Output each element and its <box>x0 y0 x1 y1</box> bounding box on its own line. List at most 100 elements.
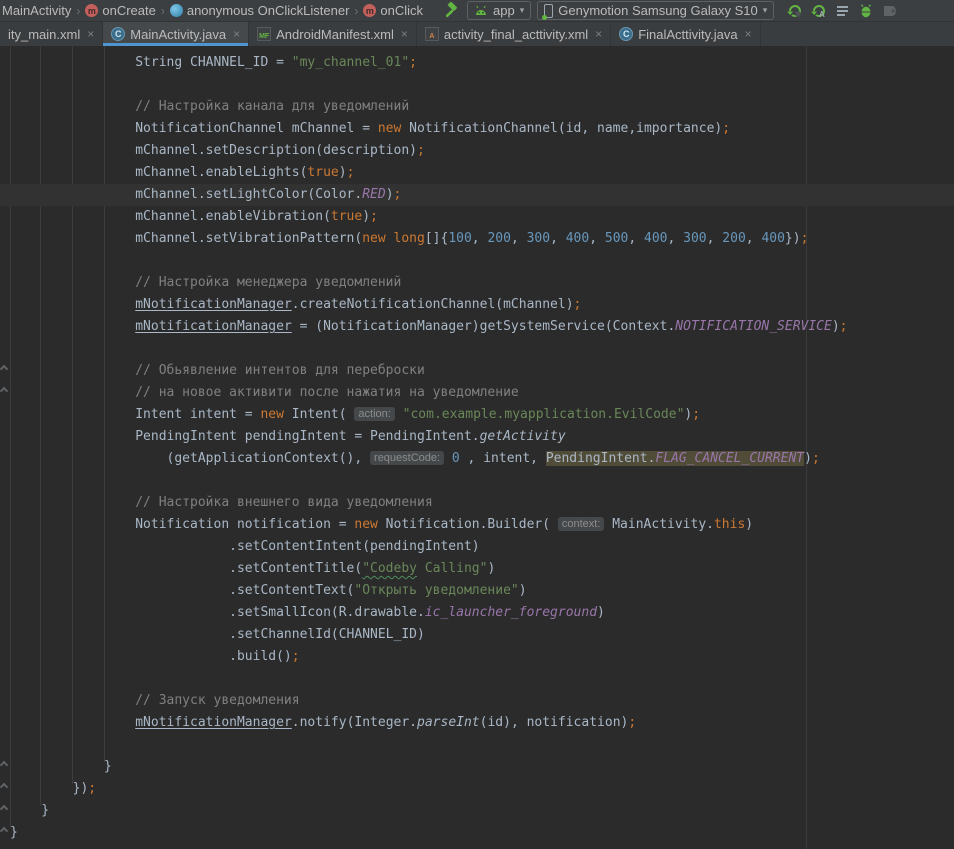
tab-label: FinalActtivity.java <box>638 27 737 42</box>
code-line[interactable]: }); <box>0 778 954 800</box>
manifest-file-icon: MF <box>257 27 271 41</box>
code-line[interactable]: String CHANNEL_ID = "my_channel_01"; <box>0 52 954 74</box>
code-token: 400 <box>566 231 589 246</box>
code-line[interactable]: .build(); <box>0 646 954 668</box>
code-line[interactable] <box>0 250 954 272</box>
stop-icon <box>882 3 898 19</box>
method-icon: m <box>85 4 98 17</box>
code-token: ) <box>386 187 394 202</box>
code-line[interactable]: } <box>0 822 954 844</box>
code-token: true <box>331 209 362 224</box>
java-class-icon: C <box>111 27 125 41</box>
code-line[interactable]: mChannel.setVibrationPattern(new long[]{… <box>0 228 954 250</box>
code-line[interactable]: .setContentIntent(pendingIntent) <box>0 536 954 558</box>
code-line[interactable] <box>0 338 954 360</box>
breadcrumb-item-oncreate[interactable]: m onCreate <box>85 3 155 18</box>
run-configuration-select[interactable]: app ▾ <box>467 1 531 20</box>
code-line[interactable]: mChannel.setLightColor(Color.RED); <box>0 184 954 206</box>
code-line[interactable]: mNotificationManager = (NotificationMana… <box>0 316 954 338</box>
code-token <box>386 231 394 246</box>
code-token: NOTIFICATION_SERVICE <box>675 319 832 334</box>
close-icon[interactable]: × <box>87 27 94 41</box>
code-token: } <box>10 803 49 818</box>
code-line[interactable]: .setContentTitle("Codeby Calling") <box>0 558 954 580</box>
code-token: Intent intent = <box>10 407 260 422</box>
code-line[interactable]: } <box>0 800 954 822</box>
code-token: mNotificationManager <box>135 715 292 730</box>
profiler-button[interactable] <box>830 1 854 21</box>
tab-activity-final-acttivity-xml[interactable]: A activity_final_acttivity.xml × <box>417 22 611 46</box>
tab-label: ity_main.xml <box>8 27 80 42</box>
code-line[interactable]: // Настройка канала для уведомлений <box>0 96 954 118</box>
code-line[interactable]: NotificationChannel mChannel = new Notif… <box>0 118 954 140</box>
code-line[interactable]: // на новое активити после нажатия на ув… <box>0 382 954 404</box>
code-token: "my_channel_01" <box>292 55 409 70</box>
code-line[interactable]: // Обьявление интентов для переброски <box>0 360 954 382</box>
breadcrumb-item-class[interactable]: MainActivity <box>2 3 71 18</box>
tab-finalacttivity-java[interactable]: C FinalActtivity.java × <box>611 22 760 46</box>
code-line[interactable] <box>0 668 954 690</box>
code-line[interactable]: // Настройка внешнего вида уведомления <box>0 492 954 514</box>
layout-xml-file-icon: A <box>425 27 439 41</box>
rerun-activity-button[interactable] <box>782 1 806 21</box>
code-line[interactable]: mNotificationManager.notify(Integer.pars… <box>0 712 954 734</box>
code-token: parseInt <box>417 715 480 730</box>
breadcrumb-label: onCreate <box>102 3 155 18</box>
breadcrumb-item-anonymous-class[interactable]: anonymous OnClickListener <box>170 3 350 18</box>
code-token: , <box>746 231 762 246</box>
code-line[interactable]: .setSmallIcon(R.drawable.ic_launcher_for… <box>0 602 954 624</box>
apply-code-changes-button[interactable]: A <box>806 1 830 21</box>
code-line[interactable]: Notification notification = new Notifica… <box>0 514 954 536</box>
code-token: mChannel.setDescription(description) <box>10 143 417 158</box>
code-token: ; <box>692 407 700 422</box>
code-token: "com.example.myapplication.EvilCode" <box>403 407 685 422</box>
breadcrumb-separator-icon: › <box>160 4 166 18</box>
close-icon[interactable]: × <box>233 27 240 41</box>
code-line[interactable]: } <box>0 756 954 778</box>
code-line[interactable]: (getApplicationContext(), requestCode: 0… <box>0 448 954 470</box>
code-line[interactable] <box>0 470 954 492</box>
rerun-activity-icon <box>786 2 803 19</box>
editor[interactable]: String CHANNEL_ID = "my_channel_01"; // … <box>0 46 954 849</box>
tab-mainactivity-java[interactable]: C MainActivity.java × <box>103 22 249 46</box>
device-phone-icon <box>544 4 553 18</box>
code-line[interactable] <box>0 74 954 96</box>
ide-window: MainActivity › m onCreate › anonymous On… <box>0 0 954 849</box>
code-line[interactable]: mNotificationManager.createNotificationC… <box>0 294 954 316</box>
code-token: String CHANNEL_ID = <box>10 55 292 70</box>
code-token: FLAG_CANCEL_CURRENT <box>655 451 804 466</box>
code-token: true <box>307 165 338 180</box>
code-line[interactable]: mChannel.setDescription(description); <box>0 140 954 162</box>
code-line[interactable]: mChannel.enableVibration(true); <box>0 206 954 228</box>
breadcrumb-item-onclick[interactable]: m onClick <box>363 3 423 18</box>
tab-activity-main-xml[interactable]: ity_main.xml × <box>0 22 103 46</box>
code-line[interactable]: PendingIntent pendingIntent = PendingInt… <box>0 426 954 448</box>
device-select[interactable]: Genymotion Samsung Galaxy S10 ▾ <box>537 1 774 20</box>
close-icon[interactable]: × <box>595 27 602 41</box>
tab-androidmanifest-xml[interactable]: MF AndroidManifest.xml × <box>249 22 417 46</box>
code-line[interactable]: // Запуск уведомления <box>0 690 954 712</box>
code-line[interactable]: mChannel.enableLights(true); <box>0 162 954 184</box>
code-token: , <box>511 231 527 246</box>
code-token: ; <box>812 451 820 466</box>
code-line[interactable]: Intent intent = new Intent( action: "com… <box>0 404 954 426</box>
close-icon[interactable]: × <box>401 27 408 41</box>
attach-debugger-button[interactable] <box>854 1 878 21</box>
breadcrumb-label: MainActivity <box>2 3 71 18</box>
code-token: // Запуск уведомления <box>10 693 300 708</box>
code-token: mNotificationManager <box>135 297 292 312</box>
build-button[interactable] <box>437 1 461 21</box>
run-configuration-label: app <box>493 3 515 18</box>
code-line[interactable]: .setChannelId(CHANNEL_ID) <box>0 624 954 646</box>
code-token: .setContentIntent(pendingIntent) <box>10 539 480 554</box>
code-token: , intent, <box>460 451 546 466</box>
code-line[interactable]: // Настройка менеджера уведомлений <box>0 272 954 294</box>
code-token: ) <box>339 165 347 180</box>
code-line[interactable] <box>0 734 954 756</box>
code-token: , <box>550 231 566 246</box>
close-icon[interactable]: × <box>745 27 752 41</box>
breadcrumb-separator-icon: › <box>75 4 81 18</box>
svg-text:A: A <box>819 10 825 19</box>
code-line[interactable]: .setContentText("Открыть уведомление") <box>0 580 954 602</box>
code-token: .setChannelId(CHANNEL_ID) <box>10 627 425 642</box>
